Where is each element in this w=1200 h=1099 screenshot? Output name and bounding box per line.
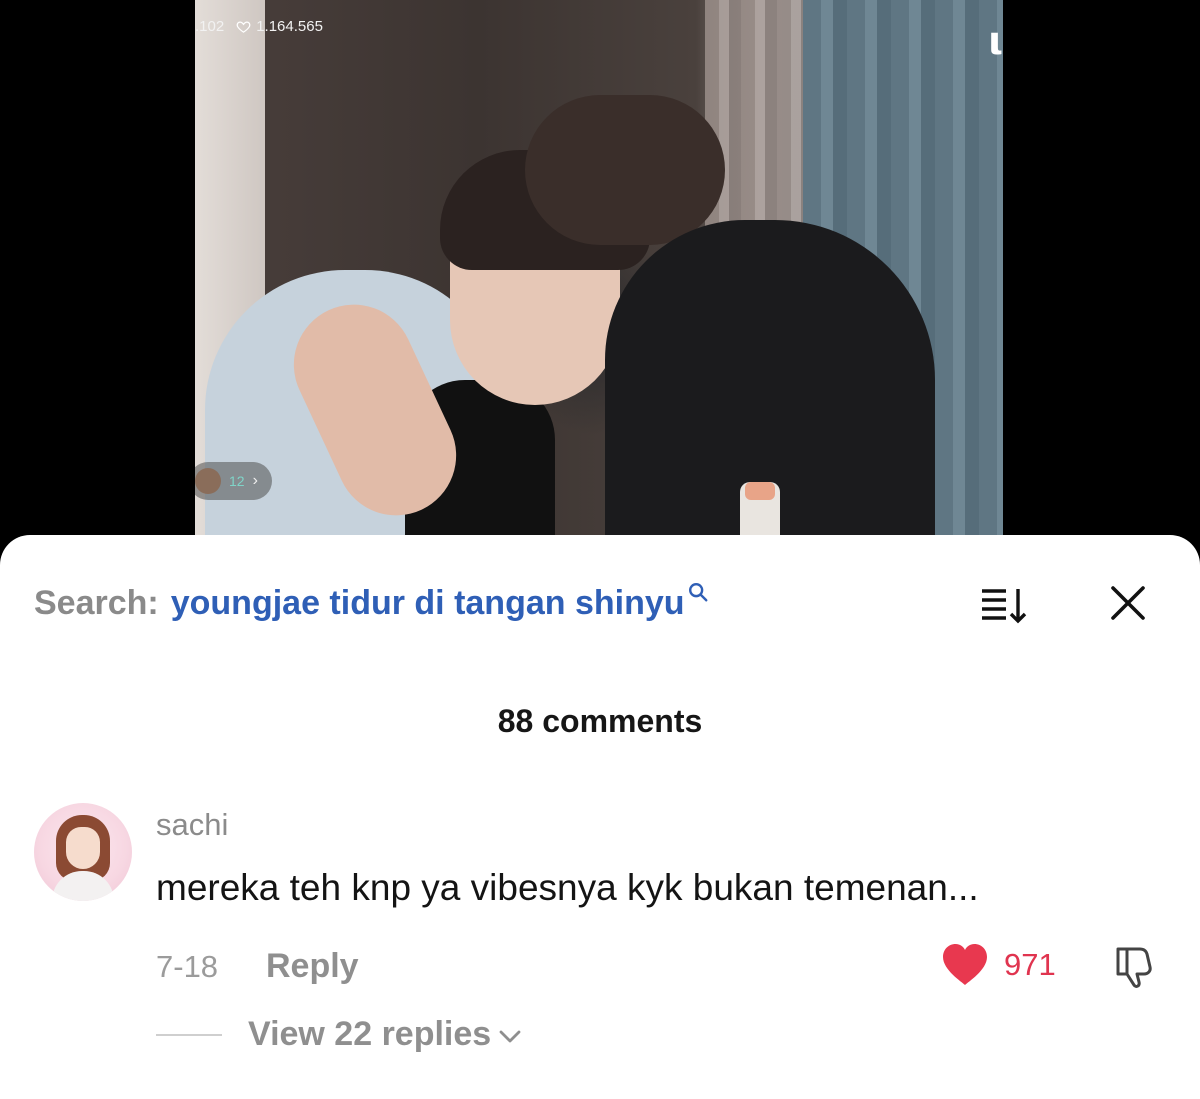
comment-date: 7-18 [156, 949, 219, 984]
corner-logo: ι [988, 19, 1003, 63]
heart-outline-icon [236, 21, 251, 33]
dislike-icon[interactable] [1110, 943, 1158, 991]
viewer-avatar [195, 468, 221, 494]
live-stats: .102 1.164.565 [195, 18, 323, 35]
view-replies-label: View 22 replies [248, 1015, 492, 1053]
view-replies-button[interactable]: View 22 replies [156, 1015, 521, 1054]
bottle-cap [745, 482, 775, 500]
sort-icon[interactable] [980, 585, 1028, 625]
comments-sheet: Search: youngjae tidur di tangan shinyu … [0, 535, 1200, 1099]
viewers-badge-count: 12 [229, 473, 245, 489]
like-count: 971 [1004, 947, 1056, 982]
chevron-down-icon [499, 1030, 521, 1042]
avatar[interactable] [34, 803, 132, 901]
comment-username[interactable]: sachi [156, 807, 228, 843]
like-count: 1.164.565 [256, 18, 323, 35]
viewer-count: .102 [195, 18, 225, 35]
chevron-right-icon: › [252, 472, 258, 489]
avatar-face [66, 827, 100, 869]
like-stat: 1.164.565 [236, 18, 323, 35]
comment-count: 88 comments [497, 703, 703, 739]
live-video[interactable]: .102 1.164.565 ι 12 › [195, 0, 1003, 560]
viewers-badge[interactable]: 12 › [195, 462, 272, 500]
heart-filled-icon [943, 944, 987, 985]
like-button[interactable]: 971 [940, 943, 1056, 987]
close-icon[interactable] [1108, 583, 1148, 623]
person2-hair [525, 95, 725, 245]
search-label: Search: [34, 583, 159, 622]
reply-button[interactable]: Reply [266, 947, 359, 986]
replies-divider [156, 1033, 222, 1036]
search-icon [688, 583, 707, 602]
search-query-link[interactable]: youngjae tidur di tangan shinyu [171, 584, 685, 623]
comment-text: mereka teh knp ya vibesnya kyk bukan tem… [156, 867, 979, 908]
